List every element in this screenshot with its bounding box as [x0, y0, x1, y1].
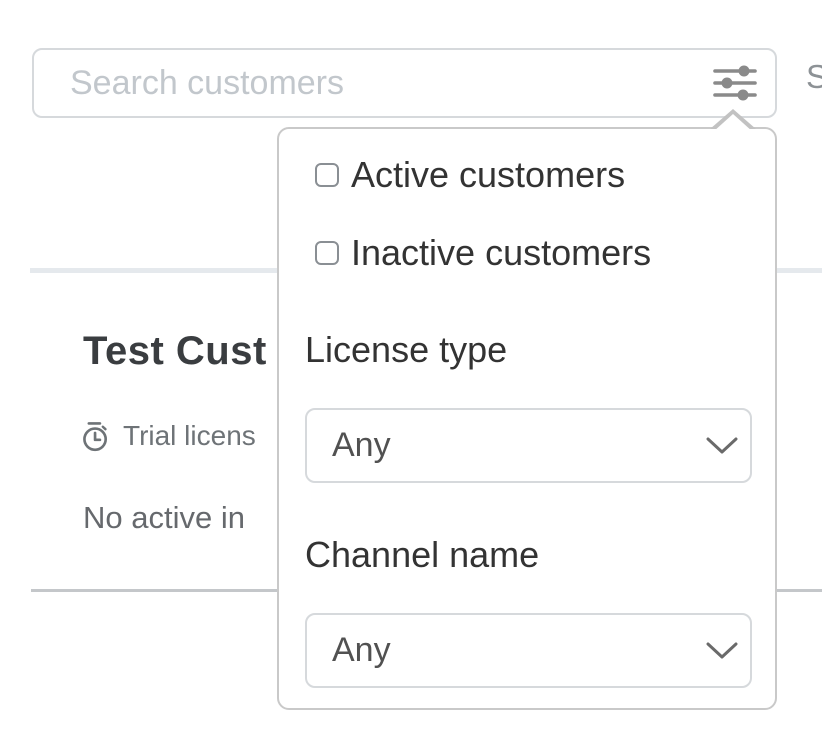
channel-name-select-value: Any: [307, 631, 706, 670]
popover-caret-fill: [713, 114, 753, 132]
active-customers-label: Active customers: [351, 154, 625, 196]
checkbox-row-active-customers[interactable]: Active customers: [315, 152, 625, 198]
search-bar: [32, 48, 777, 118]
license-type-text: Trial licens: [123, 420, 256, 452]
license-type-select-value: Any: [307, 426, 706, 465]
channel-name-select[interactable]: Any: [305, 613, 752, 688]
inactive-customers-label: Inactive customers: [351, 232, 651, 274]
top-right-text-fragment: S: [806, 58, 822, 96]
channel-name-label: Channel name: [305, 534, 539, 576]
customer-title: Test Cust: [83, 329, 267, 374]
sliders-icon: [713, 65, 757, 101]
chevron-down-icon: [706, 437, 738, 455]
chevron-down-icon: [706, 642, 738, 660]
timer-icon: [81, 421, 110, 452]
filter-button[interactable]: [709, 60, 761, 106]
license-type-label: License type: [305, 329, 507, 371]
license-status-row: Trial licens: [81, 420, 256, 452]
license-type-select[interactable]: Any: [305, 408, 752, 483]
search-input[interactable]: [34, 50, 775, 116]
checkbox-row-inactive-customers[interactable]: Inactive customers: [315, 230, 651, 276]
filter-popover: Active customers Inactive customers Lice…: [277, 127, 777, 710]
active-customers-checkbox[interactable]: [315, 163, 339, 187]
customer-status-text: No active in: [83, 500, 245, 536]
inactive-customers-checkbox[interactable]: [315, 241, 339, 265]
